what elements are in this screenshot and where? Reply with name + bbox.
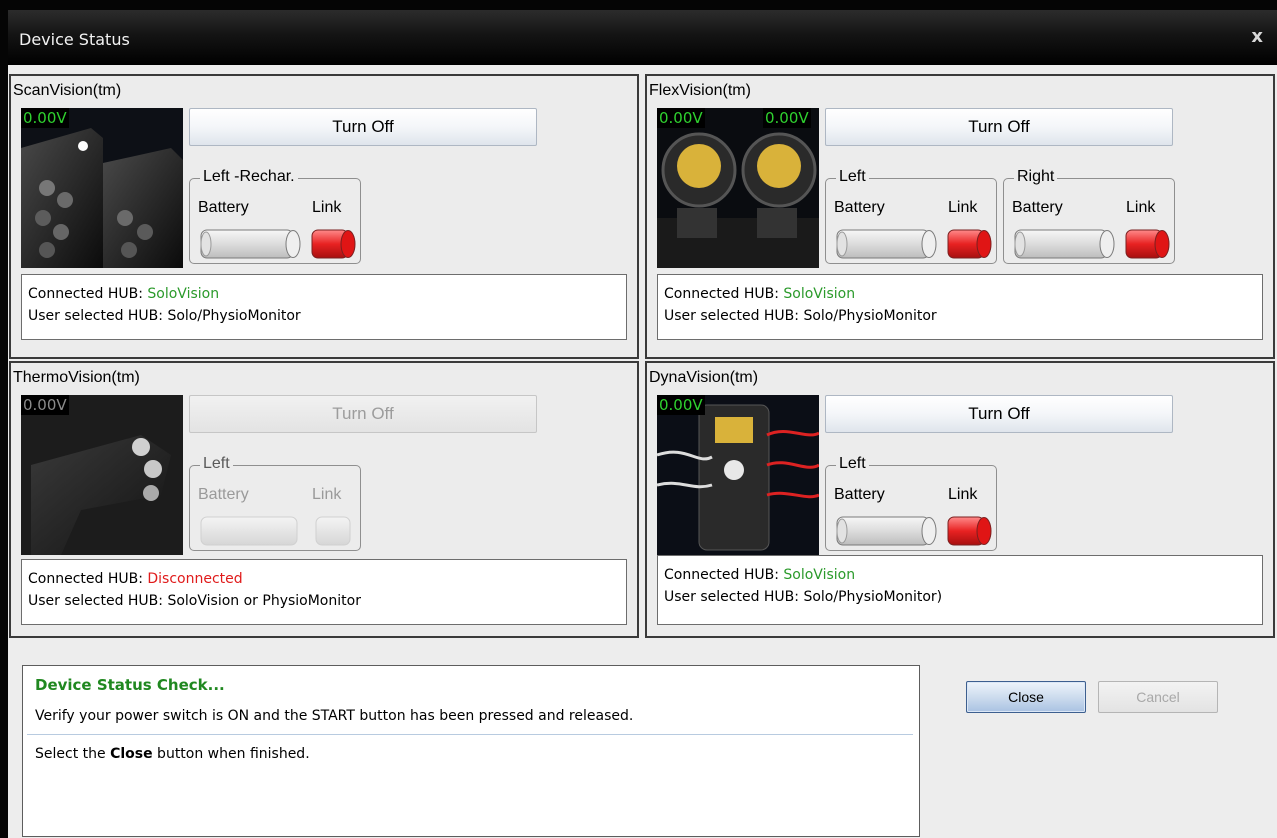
user-hub-label: User selected HUB: bbox=[28, 308, 164, 324]
battery-gauge bbox=[200, 516, 298, 546]
link-label: Link bbox=[312, 486, 342, 503]
status-check-title: Device Status Check... bbox=[35, 676, 225, 694]
user-hub-label: User selected HUB: bbox=[664, 589, 800, 605]
connected-hub-value: SoloVision bbox=[147, 286, 220, 302]
connected-hub-label: Connected HUB: bbox=[664, 286, 779, 302]
battery-gauge bbox=[836, 516, 937, 546]
device-status-dialog: Device Status x ScanVision(tm) 0.00V Tur… bbox=[8, 10, 1277, 838]
left-channel-group: Left Battery Link bbox=[825, 455, 997, 551]
panel-scanvision: ScanVision(tm) 0.00V Turn Off Left -Rech… bbox=[9, 74, 639, 359]
user-hub-label: User selected HUB: bbox=[28, 593, 164, 609]
group-legend: Left -Rechar. bbox=[200, 168, 298, 186]
voltage-readout: 0.00V bbox=[21, 395, 69, 415]
group-legend: Left bbox=[836, 455, 869, 473]
device-name: ScanVision(tm) bbox=[13, 82, 126, 100]
thermovision-device-image: 0.00V bbox=[21, 395, 183, 555]
user-hub-value: Solo/PhysioMonitor) bbox=[803, 589, 943, 605]
battery-label: Battery bbox=[834, 199, 885, 216]
scanvision-device-image: 0.00V bbox=[21, 108, 183, 268]
flexvision-device-image: 0.00V 0.00V bbox=[657, 108, 819, 268]
panel-dynavision: DynaVision(tm) 0.00V Turn Off Left Batte… bbox=[645, 361, 1275, 638]
close-button[interactable]: Close bbox=[966, 681, 1086, 713]
voltage-readout: 0.00V bbox=[21, 108, 69, 128]
link-indicator bbox=[947, 516, 992, 546]
battery-label: Battery bbox=[834, 486, 885, 503]
link-indicator bbox=[1125, 229, 1170, 259]
device-name: ThermoVision(tm) bbox=[13, 369, 144, 387]
battery-gauge bbox=[200, 229, 301, 259]
device-name: FlexVision(tm) bbox=[649, 82, 755, 100]
panel-thermovision: ThermoVision(tm) 0.00V Turn Off Left Bat… bbox=[9, 361, 639, 638]
link-label: Link bbox=[948, 199, 978, 216]
battery-gauge bbox=[836, 229, 937, 259]
voltage-readout: 0.00V bbox=[657, 395, 705, 415]
instruction-text: Verify your power switch is ON and the S… bbox=[35, 708, 634, 724]
dialog-client-area: ScanVision(tm) 0.00V Turn Off Left -Rech… bbox=[8, 65, 1277, 838]
turn-off-button[interactable]: Turn Off bbox=[189, 395, 537, 433]
link-label: Link bbox=[312, 199, 342, 216]
close-icon[interactable]: x bbox=[1251, 26, 1263, 47]
link-label: Link bbox=[1126, 199, 1156, 216]
connected-hub-value: Disconnected bbox=[147, 571, 243, 587]
connected-hub-label: Connected HUB: bbox=[28, 286, 143, 302]
hub-info-box: Connected HUB: SoloVision User selected … bbox=[657, 555, 1263, 625]
battery-gauge bbox=[1014, 229, 1115, 259]
group-legend: Left bbox=[200, 455, 233, 473]
left-channel-group: Left Battery Link bbox=[189, 455, 361, 551]
hub-info-box: Connected HUB: SoloVision User selected … bbox=[21, 274, 627, 340]
separator bbox=[27, 734, 913, 735]
group-legend: Right bbox=[1014, 168, 1058, 186]
link-indicator bbox=[315, 516, 351, 546]
close-instruction-suffix: button when finished. bbox=[152, 746, 310, 762]
battery-label: Battery bbox=[1012, 199, 1063, 216]
dynavision-device-image: 0.00V bbox=[657, 395, 819, 555]
device-name: DynaVision(tm) bbox=[649, 369, 763, 387]
left-channel-group: Left -Rechar. Battery Link bbox=[189, 168, 361, 264]
user-hub-value: SoloVision or PhysioMonitor bbox=[167, 593, 361, 609]
turn-off-button[interactable]: Turn Off bbox=[825, 108, 1173, 146]
close-instruction-prefix: Select the bbox=[35, 746, 111, 762]
title-bar[interactable]: Device Status x bbox=[8, 10, 1277, 65]
cancel-button[interactable]: Cancel bbox=[1098, 681, 1218, 713]
link-indicator bbox=[311, 229, 356, 259]
connected-hub-label: Connected HUB: bbox=[28, 571, 143, 587]
user-hub-value: Solo/PhysioMonitor bbox=[167, 308, 301, 324]
link-label: Link bbox=[948, 486, 978, 503]
turn-off-button[interactable]: Turn Off bbox=[825, 395, 1173, 433]
status-message-box: Device Status Check... Verify your power… bbox=[22, 665, 920, 837]
close-instruction-text: Select the Close button when finished. bbox=[35, 746, 310, 762]
link-indicator bbox=[947, 229, 992, 259]
window-title: Device Status bbox=[19, 30, 130, 49]
left-voltage-readout: 0.00V bbox=[657, 108, 705, 128]
user-hub-label: User selected HUB: bbox=[664, 308, 800, 324]
hub-info-box: Connected HUB: Disconnected User selecte… bbox=[21, 559, 627, 625]
battery-label: Battery bbox=[198, 486, 249, 503]
panel-flexvision: FlexVision(tm) 0.00V 0.00V Turn Off Left bbox=[645, 74, 1275, 359]
left-channel-group: Left Battery Link bbox=[825, 168, 997, 264]
connected-hub-value: SoloVision bbox=[783, 286, 856, 302]
user-hub-value: Solo/PhysioMonitor bbox=[803, 308, 937, 324]
right-voltage-readout: 0.00V bbox=[763, 108, 811, 128]
connected-hub-label: Connected HUB: bbox=[664, 567, 779, 583]
hub-info-box: Connected HUB: SoloVision User selected … bbox=[657, 274, 1263, 340]
close-instruction-bold: Close bbox=[110, 746, 153, 762]
group-legend: Left bbox=[836, 168, 869, 186]
connected-hub-value: SoloVision bbox=[783, 567, 856, 583]
battery-label: Battery bbox=[198, 199, 249, 216]
turn-off-button[interactable]: Turn Off bbox=[189, 108, 537, 146]
right-channel-group: Right Battery Link bbox=[1003, 168, 1175, 264]
